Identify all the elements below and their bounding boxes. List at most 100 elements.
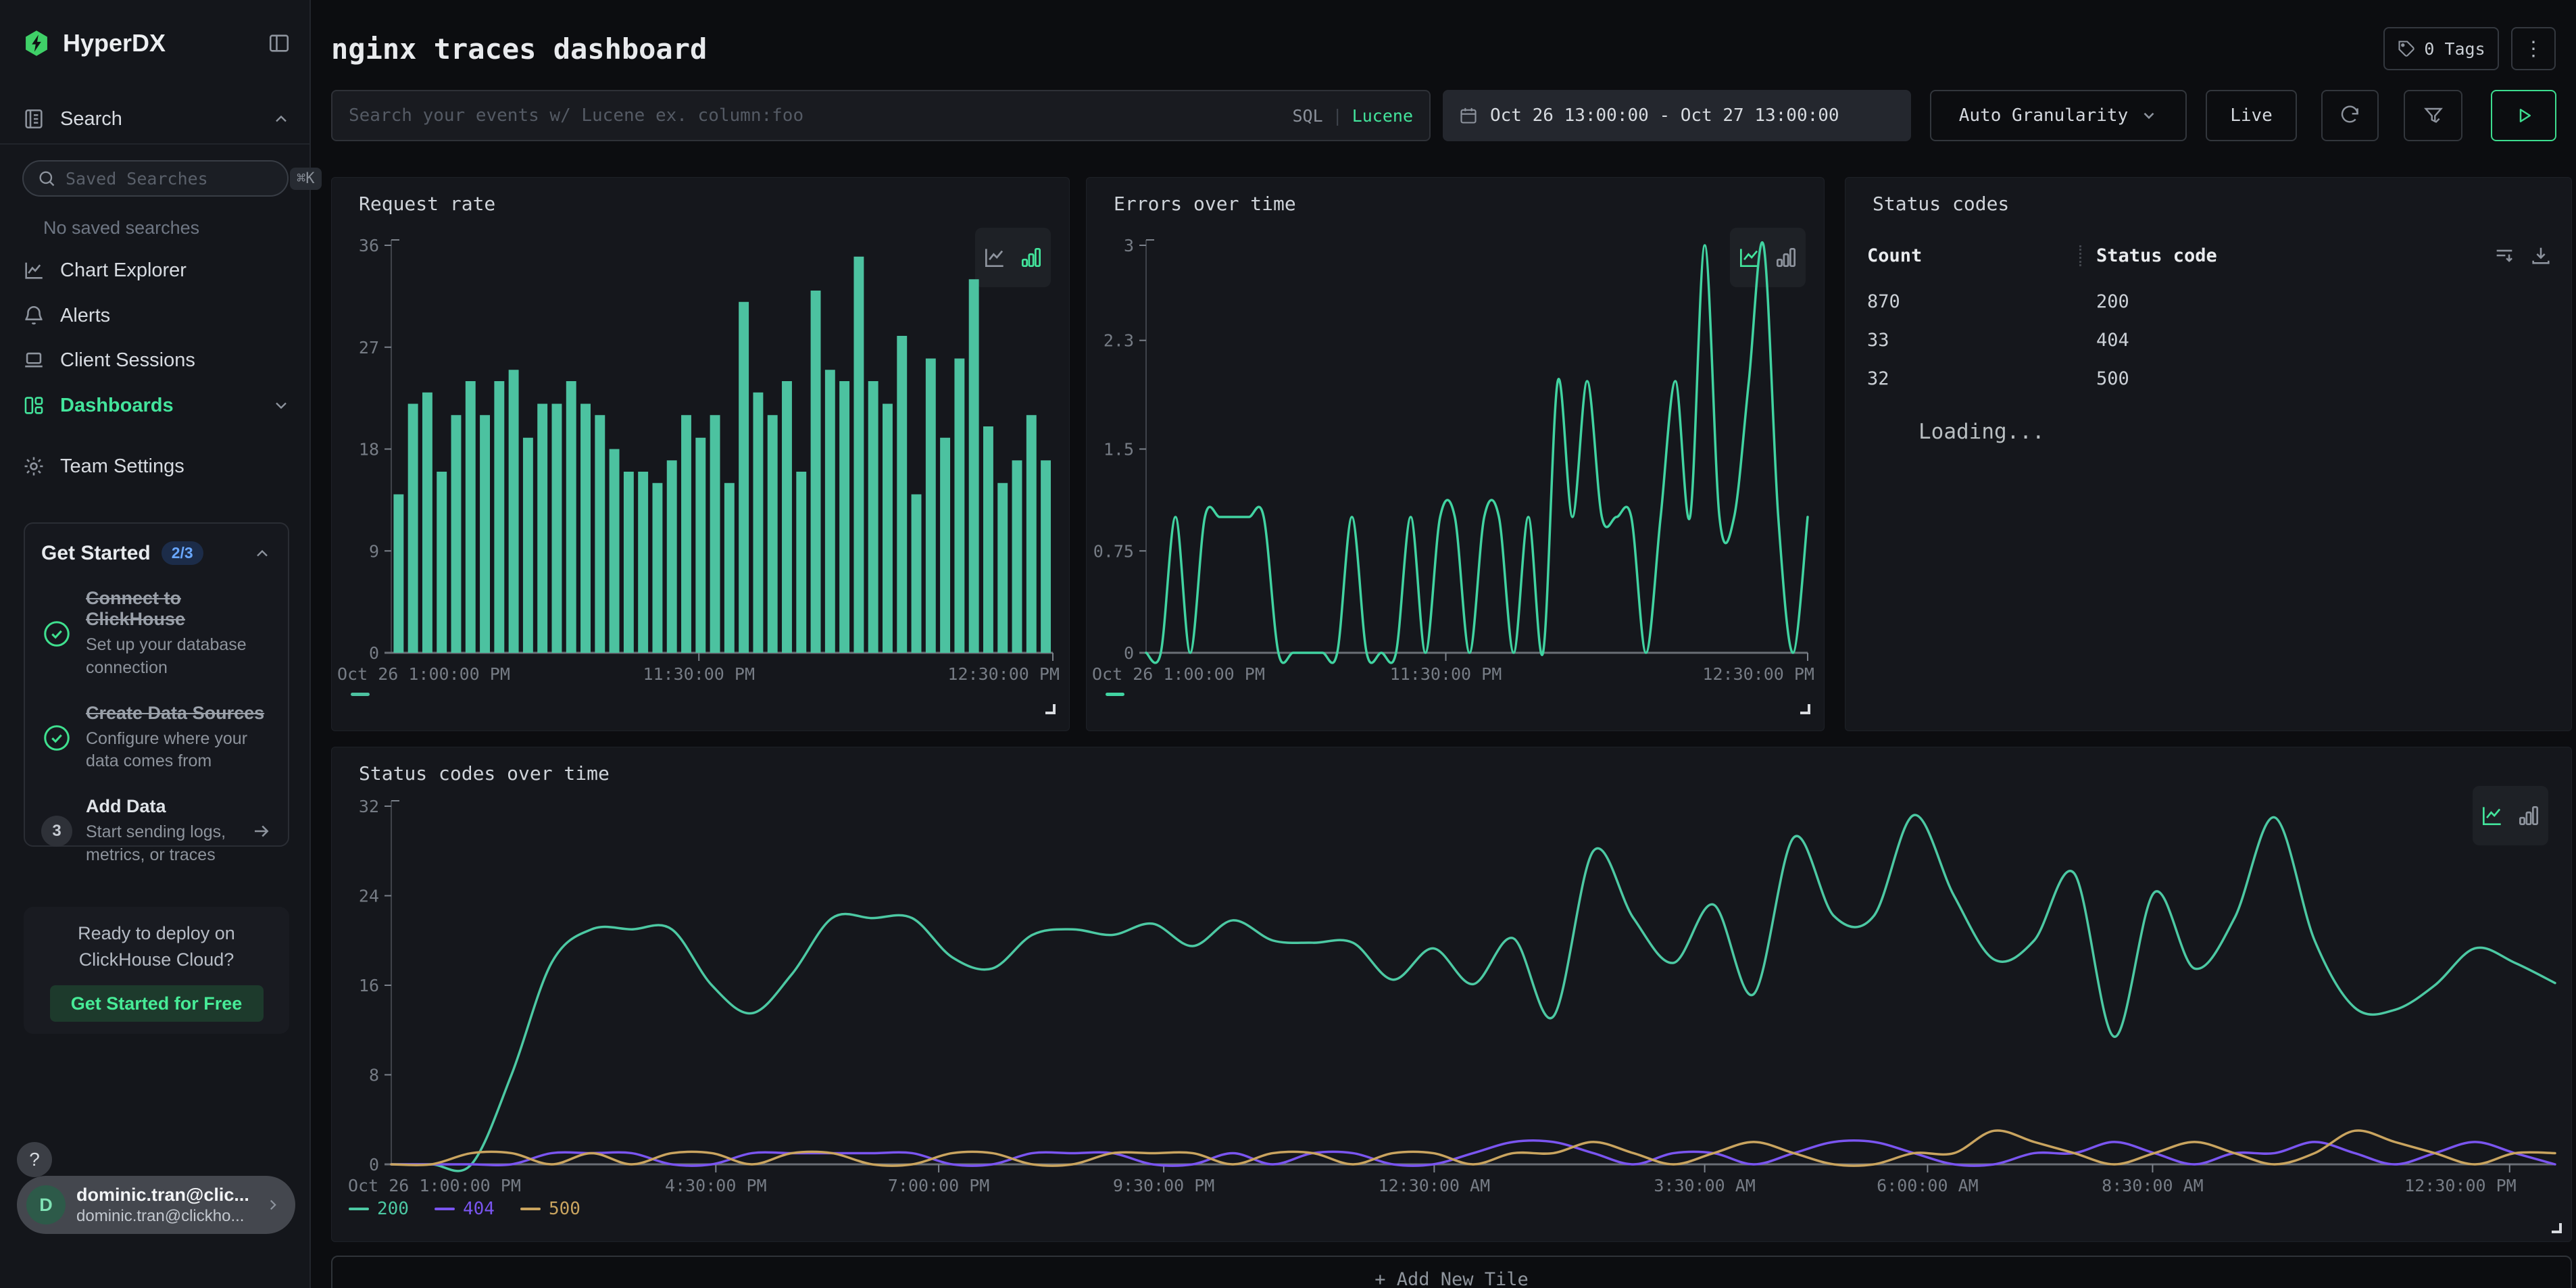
cell-count: 33 <box>1867 330 2079 351</box>
sidebar: HyperDX Search ⌘K No saved searches Char… <box>0 0 311 1288</box>
add-new-tile-button[interactable]: + Add New Tile <box>331 1256 2572 1288</box>
get-started-card: Get Started 2/3 Connect to ClickHouse Se… <box>24 522 289 847</box>
svg-text:3: 3 <box>1124 236 1134 255</box>
play-icon <box>2514 105 2534 126</box>
run-query-button[interactable] <box>2491 90 2556 141</box>
chevron-right-icon <box>264 1196 282 1214</box>
tile-status-codes-over-time: Status codes over time 32241680Oct 26 1:… <box>331 747 2572 1242</box>
help-button[interactable]: ? <box>17 1142 52 1177</box>
lucene-toggle[interactable]: Lucene <box>1352 106 1413 126</box>
line-chart-icon <box>22 259 45 282</box>
saved-searches-input[interactable] <box>66 169 280 189</box>
app-title: HyperDX <box>63 29 255 57</box>
progress-badge: 2/3 <box>162 541 203 565</box>
chevron-up-icon[interactable] <box>253 544 272 563</box>
overflow-menu-button[interactable]: ⋮ <box>2511 27 2556 70</box>
chevron-down-icon <box>2140 107 2158 124</box>
filter-button[interactable] <box>2404 90 2462 141</box>
svg-text:9:30:00 PM: 9:30:00 PM <box>1113 1176 1215 1193</box>
svg-text:36: 36 <box>359 236 379 255</box>
table-row[interactable]: 32 500 <box>1867 368 2490 389</box>
cell-status: 404 <box>2079 330 2129 351</box>
svg-text:Oct 26 1:00:00 PM: Oct 26 1:00:00 PM <box>348 1176 521 1193</box>
svg-text:3:30:00 AM: 3:30:00 AM <box>1654 1176 1756 1193</box>
granularity-select[interactable]: Auto Granularity <box>1930 90 2187 141</box>
column-header-status-code[interactable]: Status code <box>2079 245 2490 266</box>
step-title: Create Data Sources <box>86 703 272 724</box>
table-row[interactable]: 33 404 <box>1867 330 2490 351</box>
table-row[interactable]: 870 200 <box>1867 291 2490 312</box>
svg-text:8: 8 <box>369 1066 379 1085</box>
sidebar-item-team-settings[interactable]: Team Settings <box>22 447 291 485</box>
sidebar-item-chart-explorer[interactable]: Chart Explorer <box>22 251 291 289</box>
clickhouse-cloud-card: Ready to deploy on ClickHouse Cloud? Get… <box>24 907 289 1034</box>
svg-text:12:30:00 PM: 12:30:00 PM <box>1702 664 1814 682</box>
no-saved-searches-text: No saved searches <box>43 218 199 239</box>
tile-errors-over-time: Errors over time 32.31.50.750Oct 26 1:00… <box>1086 177 1825 731</box>
sidebar-item-client-sessions[interactable]: Client Sessions <box>22 341 291 379</box>
funnel-edit-icon <box>2423 105 2444 126</box>
legend-item-500[interactable]: 500 <box>520 1199 580 1219</box>
tags-button[interactable]: 0 Tags <box>2383 27 2499 70</box>
svg-text:16: 16 <box>359 976 379 995</box>
step-desc: Configure where your data comes from <box>86 728 272 774</box>
chart-title: Status codes over time <box>359 762 610 785</box>
svg-text:Oct 26 1:00:00 PM: Oct 26 1:00:00 PM <box>1092 664 1265 682</box>
legend-dash[interactable] <box>351 693 370 696</box>
svg-text:8:30:00 AM: 8:30:00 AM <box>2102 1176 2204 1193</box>
errors-chart: 32.31.50.750Oct 26 1:00:00 PM11:30:00 PM… <box>1087 236 1824 682</box>
legend-dash[interactable] <box>1106 693 1124 696</box>
download-icon[interactable] <box>2529 244 2552 267</box>
svg-text:0: 0 <box>1124 643 1134 663</box>
step-desc: Set up your database connection <box>86 634 272 680</box>
resize-handle[interactable] <box>1800 704 1810 714</box>
resize-handle[interactable] <box>1045 704 1056 714</box>
legend-dash <box>349 1208 369 1210</box>
saved-searches-input-wrap[interactable]: ⌘K <box>22 160 289 197</box>
get-started-step[interactable]: 3 Add Data Start sending logs, metrics, … <box>41 796 272 867</box>
get-started-step[interactable]: Create Data Sources Configure where your… <box>41 703 272 774</box>
resize-handle[interactable] <box>2552 1223 2562 1233</box>
sidebar-item-label: Client Sessions <box>60 349 291 372</box>
get-started-free-button[interactable]: Get Started for Free <box>50 985 264 1022</box>
tag-icon <box>2397 39 2416 58</box>
hyperdx-logo-icon <box>22 29 51 57</box>
svg-text:12:30:00 PM: 12:30:00 PM <box>2404 1176 2517 1193</box>
svg-text:18: 18 <box>359 440 379 460</box>
granularity-value: Auto Granularity <box>1959 105 2128 126</box>
cloud-card-line2: ClickHouse Cloud? <box>79 949 234 970</box>
svg-text:Oct 26 1:00:00 PM: Oct 26 1:00:00 PM <box>337 664 510 682</box>
cell-count: 32 <box>1867 368 2079 389</box>
sidebar-item-dashboards[interactable]: Dashboards <box>22 387 291 424</box>
user-name: dominic.tran@clic... <box>76 1185 253 1206</box>
svg-text:32: 32 <box>359 797 379 816</box>
svg-text:0: 0 <box>369 1155 379 1174</box>
get-started-title: Get Started <box>41 542 151 565</box>
legend-item-200[interactable]: 200 <box>349 1199 409 1219</box>
sidebar-item-search[interactable]: Search <box>22 100 291 138</box>
step-title: Connect to ClickHouse <box>86 588 272 630</box>
sidebar-item-label: Team Settings <box>60 455 291 478</box>
sidebar-item-label: Dashboards <box>60 395 257 417</box>
legend-item-404[interactable]: 404 <box>435 1199 495 1219</box>
refresh-button[interactable] <box>2321 90 2379 141</box>
tile-status-codes: Status codes Count Status code 870 200 3… <box>1845 177 2572 731</box>
svg-text:11:30:00 PM: 11:30:00 PM <box>643 664 755 682</box>
get-started-step[interactable]: Connect to ClickHouse Set up your databa… <box>41 588 272 680</box>
collapse-sidebar-icon[interactable] <box>268 32 291 55</box>
calendar-icon <box>1459 106 1478 125</box>
sql-toggle[interactable]: SQL <box>1292 106 1322 126</box>
live-button[interactable]: Live <box>2206 90 2297 141</box>
tile-request-rate: Request rate 36271890Oct 26 1:00:00 PM11… <box>331 177 1070 731</box>
arrow-right-icon <box>251 821 272 841</box>
svg-text:12:30:00 PM: 12:30:00 PM <box>947 664 1060 682</box>
svg-text:0.75: 0.75 <box>1093 541 1134 561</box>
column-header-count[interactable]: Count <box>1867 245 2079 266</box>
date-range-picker[interactable]: Oct 26 13:00:00 - Oct 27 13:00:00 <box>1443 90 1911 141</box>
wrap-lines-icon[interactable] <box>2493 244 2516 267</box>
event-search-input[interactable] <box>349 105 1280 126</box>
user-menu[interactable]: D dominic.tran@clic... dominic.tran@clic… <box>17 1176 295 1234</box>
sidebar-item-alerts[interactable]: Alerts <box>22 297 291 335</box>
sidebar-item-label: Search <box>60 108 257 130</box>
table-title: Status codes <box>1873 193 2009 215</box>
